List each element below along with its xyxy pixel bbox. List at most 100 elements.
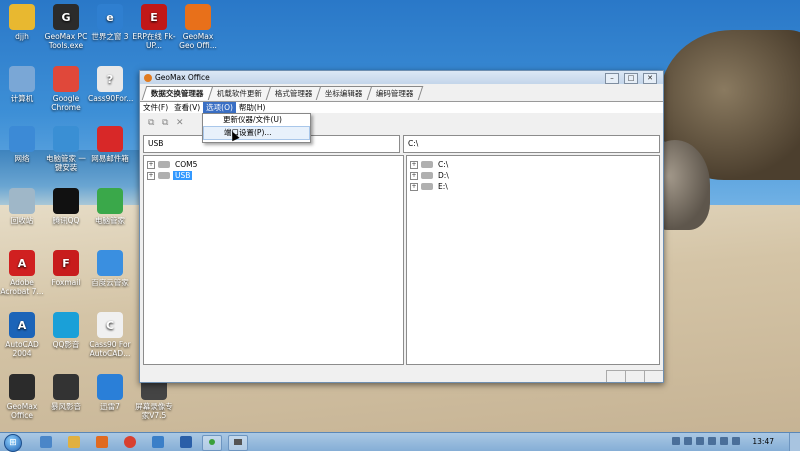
desktop-icon[interactable]: GeoMax Office: [0, 374, 44, 420]
instrument-pane: + COM5 + USB: [143, 155, 404, 365]
desktop-icon[interactable]: A AutoCAD 2004: [0, 312, 44, 358]
desktop-icon-image: [97, 250, 123, 276]
menu-bar: 文件(F) 查看(V) 选项(O) 帮助(H): [140, 101, 663, 113]
delete-icon[interactable]: ✕: [176, 118, 185, 128]
minimize-button[interactable]: –: [605, 73, 619, 84]
expand-icon[interactable]: +: [147, 171, 155, 180]
desktop-icon-image: F: [53, 250, 79, 276]
tree-node-label: USB: [173, 171, 193, 180]
tray-icon[interactable]: [672, 437, 680, 445]
desktop-icon-image: A: [9, 250, 35, 276]
desktop-icon-image: [9, 126, 35, 152]
tree-node-label: D:\: [438, 171, 449, 180]
taskbar-green-app[interactable]: [202, 435, 222, 451]
taskbar-geomax-app[interactable]: [228, 435, 248, 451]
volume-icon[interactable]: [732, 437, 740, 445]
desktop-icon[interactable]: Google Chrome: [44, 66, 88, 112]
media-player-icon[interactable]: [96, 436, 108, 448]
mail-icon[interactable]: [152, 436, 164, 448]
desktop-icon[interactable]: 腾讯QQ: [44, 188, 88, 225]
tree-node[interactable]: + D:\: [407, 170, 659, 181]
desktop-icon-label: 暴风影音: [51, 402, 81, 411]
explorer-icon[interactable]: [68, 436, 80, 448]
title-bar[interactable]: GeoMax Office: [140, 71, 663, 84]
tab-coordinate-editor[interactable]: 坐标编辑器: [315, 86, 372, 100]
usb-icon: [158, 172, 170, 179]
show-desktop-button[interactable]: [789, 433, 800, 451]
tab-code-manager[interactable]: 编码管理器: [366, 86, 423, 100]
desktop-icon[interactable]: G GeoMax PC Tools.exe: [44, 4, 88, 50]
desktop-icon-label: Adobe Acrobat 7...: [0, 278, 44, 296]
start-button[interactable]: ⊞: [4, 434, 22, 452]
desktop-icon[interactable]: 百度云管家: [88, 250, 132, 287]
desktop-icon[interactable]: 迅雷7: [88, 374, 132, 411]
pc-pane: + C:\ + D:\ + E:\: [406, 155, 660, 365]
chrome-icon[interactable]: [124, 436, 136, 448]
desktop-icon[interactable]: 计算机: [0, 66, 44, 103]
desktop-icon[interactable]: 网易邮件箱: [88, 126, 132, 163]
desktop-icon[interactable]: QQ影音: [44, 312, 88, 349]
tray-icon[interactable]: [708, 437, 716, 445]
menu-item-port-settings[interactable]: 端口设置(P)...: [203, 126, 310, 140]
network-icon[interactable]: [720, 437, 728, 445]
tab-firmware-update[interactable]: 机载软件更新: [207, 86, 271, 100]
tab-format-manager[interactable]: 格式管理器: [265, 86, 322, 100]
tray-icon[interactable]: [696, 437, 704, 445]
tab-data-exchange[interactable]: 数据交换管理器: [141, 86, 213, 100]
app-icon[interactable]: [180, 436, 192, 448]
expand-icon[interactable]: +: [147, 160, 155, 169]
desktop-icon-label: Cass90For...: [88, 94, 134, 103]
desktop-icon-image: E: [141, 4, 167, 30]
desktop-icon[interactable]: 电脑管家 一键安装: [44, 126, 88, 172]
desktop-icon-label: QQ影音: [52, 340, 80, 349]
desktop-icon[interactable]: djjh: [0, 4, 44, 41]
desktop-icon-label: GeoMax PC Tools.exe: [44, 32, 88, 50]
tab-strip: 数据交换管理器 机载软件更新 格式管理器 坐标编辑器 编码管理器: [141, 86, 423, 100]
paste-icon[interactable]: ⧉: [162, 118, 171, 128]
desktop-icon-image: [185, 4, 211, 30]
desktop-icon-image: [53, 188, 79, 214]
ie-icon[interactable]: [40, 436, 52, 448]
desktop-icon-image: [9, 66, 35, 92]
tree-node[interactable]: + USB: [144, 170, 403, 181]
status-bar: [140, 370, 663, 382]
desktop-icon[interactable]: e 世界之窗 3: [88, 4, 132, 41]
expand-icon[interactable]: +: [410, 160, 418, 169]
desktop-icon[interactable]: ? Cass90For...: [88, 66, 134, 103]
desktop-icon[interactable]: GeoMax Geo Offi...: [176, 4, 220, 50]
desktop-icon[interactable]: 回收站: [0, 188, 44, 225]
tree-node[interactable]: + COM5: [144, 159, 403, 170]
close-button[interactable]: ✕: [643, 73, 657, 84]
clock[interactable]: 13:47: [752, 437, 774, 446]
desktop-icon-image: [9, 374, 35, 400]
desktop-icon-label: 腾讯QQ: [52, 216, 80, 225]
desktop-icon-image: [9, 4, 35, 30]
tree-node[interactable]: + C:\: [407, 159, 659, 170]
menu-options[interactable]: 选项(O): [203, 102, 236, 113]
menu-help[interactable]: 帮助(H): [236, 102, 269, 113]
desktop-icon-label: Foxmail: [51, 278, 81, 287]
desktop-icon[interactable]: 电脑管家: [88, 188, 132, 225]
desktop-icon-image: e: [97, 4, 123, 30]
right-path-field[interactable]: C:\: [403, 135, 660, 153]
tray-icon[interactable]: [684, 437, 692, 445]
desktop-icon[interactable]: 暴风影音: [44, 374, 88, 411]
desktop-icon[interactable]: A Adobe Acrobat 7...: [0, 250, 44, 296]
status-panel: [644, 370, 663, 382]
copy-icon[interactable]: ⧉: [148, 118, 157, 128]
desktop-icon[interactable]: C Cass90 For AutoCAD...: [88, 312, 132, 358]
tree-node-label: COM5: [175, 160, 198, 169]
menu-item-update-instrument[interactable]: 更新仪器/文件(U): [203, 114, 310, 126]
desktop-icon[interactable]: E ERP在线 Fk-UP...: [132, 4, 176, 50]
desktop-icon-label: 网络: [14, 154, 30, 163]
desktop-icon[interactable]: 网络: [0, 126, 44, 163]
desktop-icon[interactable]: F Foxmail: [44, 250, 88, 287]
expand-icon[interactable]: +: [410, 171, 418, 180]
status-panel: [606, 370, 625, 382]
expand-icon[interactable]: +: [410, 182, 418, 191]
tree-node[interactable]: + E:\: [407, 181, 659, 192]
menu-file[interactable]: 文件(F): [140, 102, 171, 113]
maximize-button[interactable]: □: [624, 73, 638, 84]
menu-view[interactable]: 查看(V): [171, 102, 203, 113]
desktop-icon-label: 世界之窗 3: [91, 32, 129, 41]
